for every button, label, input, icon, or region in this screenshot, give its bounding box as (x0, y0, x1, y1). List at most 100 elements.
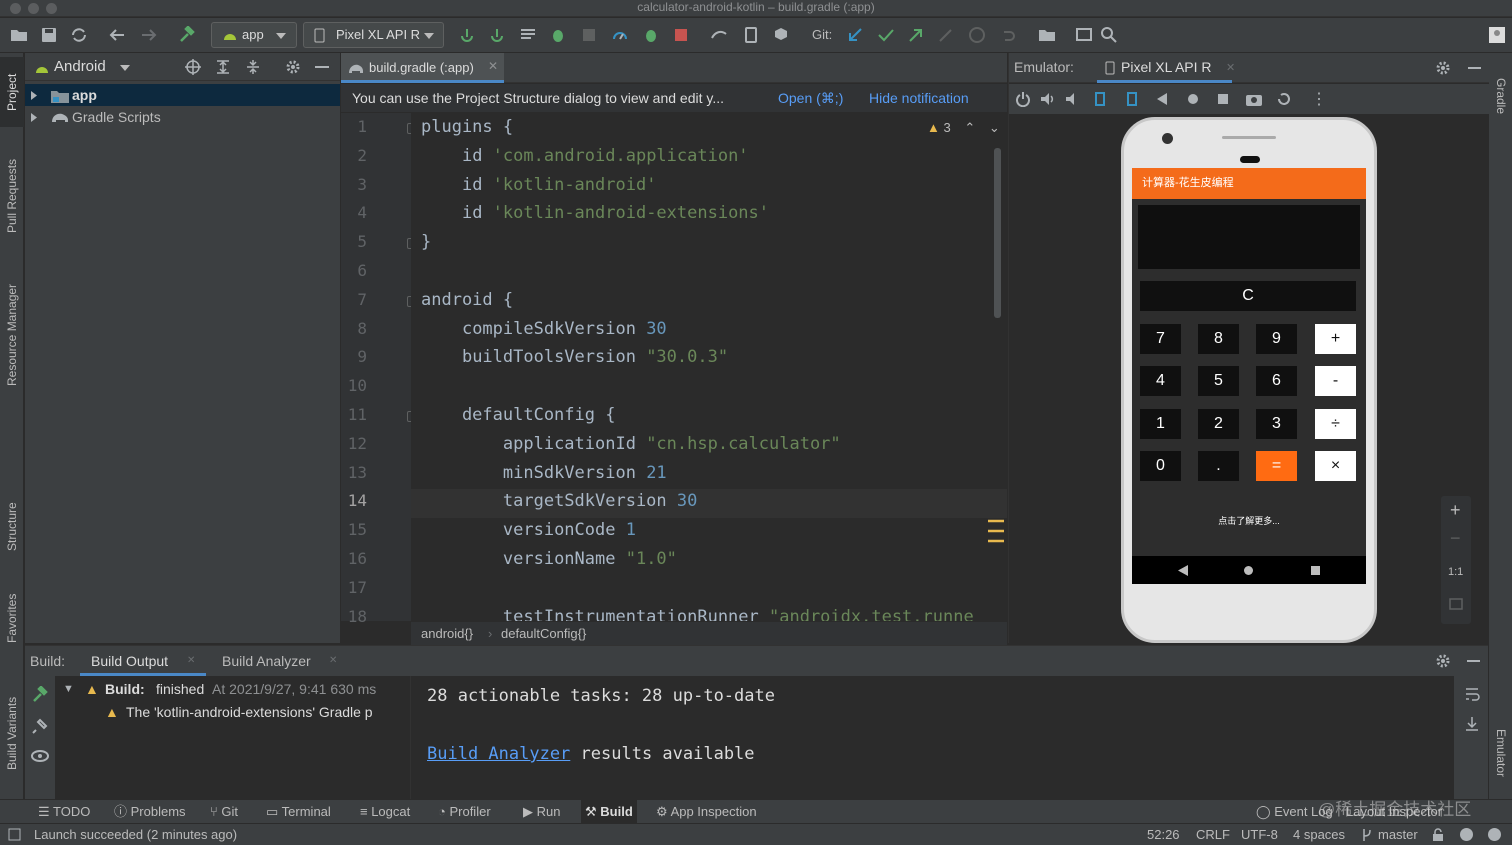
device-select[interactable]: Pixel XL API R (303, 22, 444, 48)
git-branch[interactable]: master (1378, 824, 1418, 845)
git-push-icon[interactable] (907, 26, 925, 44)
emulator-device-tab[interactable]: Pixel XL API R ✕ (1097, 53, 1235, 83)
build-tree-root[interactable]: ▼ ▲ Build: finished At 2021/9/27, 9:41 6… (55, 678, 411, 700)
git-update-icon[interactable] (846, 26, 864, 44)
eye-icon[interactable] (31, 750, 49, 762)
home-circle-icon[interactable] (1187, 93, 1199, 105)
screenshot-camera-icon[interactable] (1245, 92, 1263, 106)
tool-tab-pull-requests[interactable]: Pull Requests (0, 141, 24, 251)
zoom-fit-icon[interactable] (1449, 598, 1463, 610)
calc-button[interactable]: 4 (1140, 366, 1181, 396)
nav-home-icon[interactable] (1244, 566, 1253, 575)
run-config-list-icon[interactable] (519, 26, 537, 44)
calc-button[interactable]: . (1198, 451, 1239, 481)
device-screen[interactable]: 计算器-花生皮编程 C 7 8 9 +4 5 6- 1 2 3 ÷ 0. = × 点击了解更多... (1132, 168, 1366, 584)
chevron-right-icon[interactable] (31, 91, 37, 100)
calc-button[interactable]: 1 (1140, 409, 1181, 439)
editor-scrollbar[interactable] (994, 148, 1001, 318)
next-highlight-icon[interactable]: ⌄ (989, 120, 1000, 135)
gear-icon[interactable] (1435, 60, 1451, 76)
chevron-down-icon[interactable] (120, 65, 130, 71)
calc-button[interactable]: ÷ (1315, 409, 1356, 439)
run-config-select[interactable]: app (211, 22, 297, 48)
soft-wrap-icon[interactable] (1464, 686, 1480, 702)
tool-tab-app-inspection[interactable]: ⚙ App Inspection (652, 800, 761, 823)
user-account-icon[interactable] (1488, 26, 1506, 44)
calc-button[interactable]: × (1315, 451, 1356, 481)
calc-button[interactable]: 0 (1140, 451, 1181, 481)
calc-button[interactable]: 6 (1256, 366, 1297, 396)
build-output-console[interactable]: 28 actionable tasks: 28 up-to-date Build… (421, 676, 1454, 799)
notifications-icon[interactable] (1487, 827, 1502, 842)
build-analyzer-link[interactable]: Build Analyzer (427, 744, 570, 764)
pin-icon[interactable] (32, 718, 48, 734)
caret-position[interactable]: 52:26 (1147, 824, 1180, 845)
tool-tab-structure[interactable]: Structure (0, 487, 24, 567)
minimize-icon[interactable] (1467, 660, 1480, 662)
debug-bug-icon[interactable] (549, 26, 567, 44)
snapshot-icon[interactable] (1276, 91, 1292, 107)
tool-tab-gradle[interactable]: Gradle (1489, 61, 1512, 131)
project-view-mode[interactable]: Android (54, 58, 106, 75)
smiley-icon[interactable] (1459, 827, 1474, 842)
git-commit-icon[interactable] (877, 26, 895, 44)
prev-highlight-icon[interactable]: ⌃ (964, 120, 975, 135)
gear-icon[interactable] (1435, 653, 1451, 669)
apply-changes-icon[interactable] (458, 26, 476, 44)
stop-icon[interactable] (672, 26, 690, 44)
indent-setting[interactable]: 4 spaces (1293, 824, 1345, 845)
history-clock-icon[interactable] (968, 26, 986, 44)
volume-up-icon[interactable] (1040, 91, 1056, 107)
nav-recents-icon[interactable] (1311, 566, 1320, 575)
lock-icon[interactable] (1432, 828, 1444, 841)
device-manager-icon[interactable] (1075, 26, 1093, 44)
tree-item-app[interactable]: app (25, 84, 340, 106)
apply-code-changes-icon[interactable] (488, 26, 506, 44)
tool-tab-favorites[interactable]: Favorites (0, 583, 24, 653)
line-separator[interactable]: CRLF (1196, 824, 1230, 845)
close-icon[interactable]: ✕ (329, 655, 337, 666)
close-icon[interactable]: ✕ (488, 59, 498, 73)
calc-button[interactable]: + (1315, 324, 1356, 354)
minimize-icon[interactable] (1468, 67, 1481, 69)
build-hammer-icon[interactable] (31, 686, 49, 704)
zoom-out-icon[interactable]: − (1450, 528, 1461, 549)
file-encoding[interactable]: UTF-8 (1241, 824, 1278, 845)
calc-button[interactable]: = (1256, 451, 1297, 481)
chevron-right-icon[interactable] (31, 113, 37, 122)
zoom-in-icon[interactable]: + (1450, 500, 1461, 521)
back-triangle-icon[interactable] (1157, 93, 1167, 105)
tool-tab-build[interactable]: ⚒ Build (581, 800, 637, 823)
tool-tab-terminal[interactable]: ▭ Terminal (262, 800, 335, 823)
calc-button[interactable]: 9 (1256, 324, 1297, 354)
calc-button[interactable]: 7 (1140, 324, 1181, 354)
sdk-manager-icon[interactable] (772, 26, 790, 44)
tool-tab-resource-manager[interactable]: Resource Manager (0, 267, 24, 403)
expand-all-icon[interactable] (215, 59, 231, 75)
code-editor[interactable]: plugins { id 'com.android.application' i… (411, 113, 1007, 621)
tool-tab-todo[interactable]: ☰ TODO (34, 800, 94, 823)
collapse-all-icon[interactable] (245, 59, 261, 75)
back-arrow-icon[interactable] (108, 26, 126, 44)
nav-back-icon[interactable] (1178, 565, 1188, 576)
calc-button[interactable]: 8 (1198, 324, 1239, 354)
rotate-left-icon[interactable] (1091, 91, 1109, 107)
sync-icon[interactable] (70, 26, 88, 44)
rollback-icon[interactable] (999, 26, 1017, 44)
minimize-icon[interactable] (315, 66, 329, 68)
attach-debugger-icon[interactable] (642, 26, 660, 44)
avd-manager-icon[interactable] (742, 26, 760, 44)
tool-tab-emulator[interactable]: Emulator (1489, 713, 1512, 793)
tool-tab-profiler[interactable]: ◔ Profiler (434, 800, 495, 823)
search-icon[interactable] (1100, 26, 1118, 44)
learn-more-link[interactable]: 点击了解更多... (1132, 514, 1366, 527)
more-options-icon[interactable]: ⋮ (1311, 89, 1327, 109)
editor-tab-build-gradle[interactable]: build.gradle (:app) ✕ (341, 53, 504, 83)
gradle-sync-marker-icon[interactable] (987, 519, 1005, 543)
volume-down-icon[interactable] (1065, 91, 1081, 107)
calc-button[interactable]: 2 (1198, 409, 1239, 439)
rotate-right-icon[interactable] (1123, 91, 1141, 107)
breadcrumb-item[interactable]: defaultConfig{} (501, 622, 586, 645)
scroll-to-end-icon[interactable] (1464, 716, 1480, 732)
tree-item-gradle-scripts[interactable]: Gradle Scripts (25, 106, 340, 128)
